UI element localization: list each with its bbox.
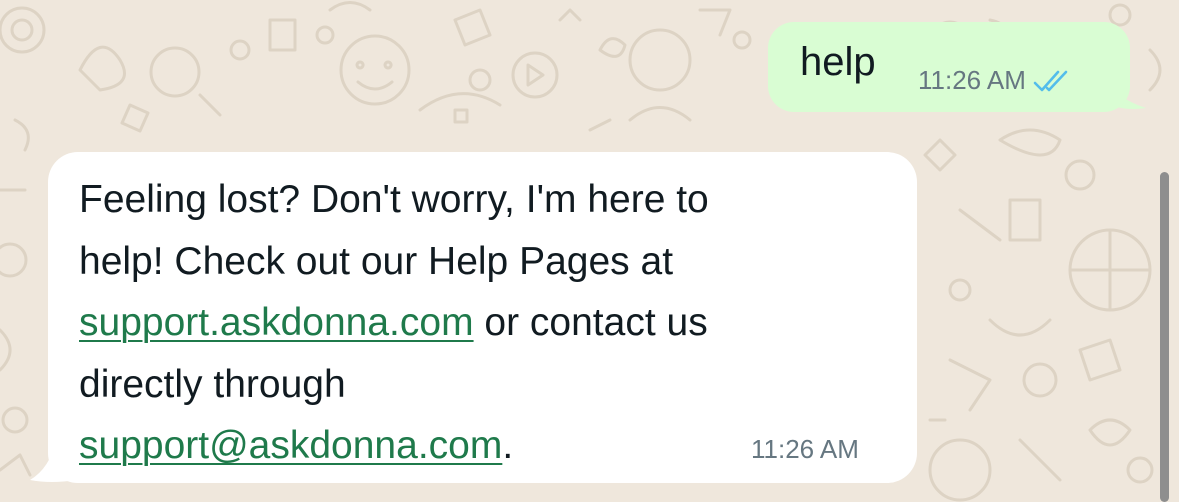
incoming-text-line-2: help! Check out our Help Pages at: [79, 239, 674, 283]
incoming-message-time: 11:26 AM: [751, 434, 859, 464]
support-email-link[interactable]: support@askdonna.com: [79, 424, 502, 467]
chat-scrollbar[interactable]: [1160, 172, 1169, 502]
incoming-message-bubble[interactable]: Feeling lost? Don't worry, I'm here to h…: [48, 152, 917, 483]
outgoing-message-bubble[interactable]: help 11:26 AM: [768, 22, 1130, 112]
incoming-text-line-4: directly through: [79, 362, 346, 406]
incoming-text-line-3-rest: or contact us: [473, 301, 708, 344]
incoming-message-text: Feeling lost? Don't worry, I'm here to h…: [79, 169, 869, 477]
incoming-text-line-5-rest: .: [502, 424, 514, 467]
outgoing-message-meta: 11:26 AM: [918, 65, 1072, 96]
outgoing-message-text: help: [800, 40, 876, 84]
incoming-text-line-1: Feeling lost? Don't worry, I'm here to: [79, 178, 709, 221]
help-pages-link[interactable]: support.askdonna.com: [79, 301, 474, 344]
outgoing-message-time: 11:26 AM: [918, 65, 1026, 95]
double-check-read-icon: [1033, 70, 1068, 91]
